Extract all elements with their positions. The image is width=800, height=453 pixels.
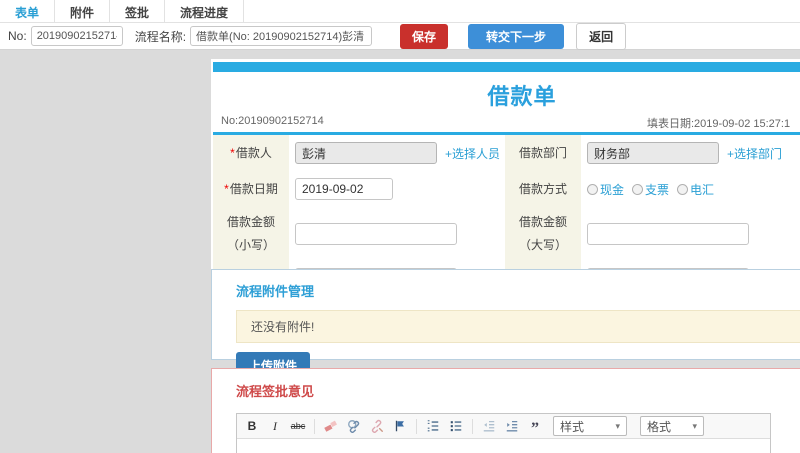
approval-section-title: 流程签批意见 xyxy=(236,384,315,399)
borrower-input[interactable] xyxy=(295,142,437,164)
select-department-link[interactable]: +选择部门 xyxy=(727,145,782,162)
unlink-icon[interactable] xyxy=(368,417,386,435)
back-button[interactable]: 返回 xyxy=(576,22,627,50)
amount-uppercase-input[interactable] xyxy=(587,222,749,245)
borrow-method-label: 借款方式 xyxy=(505,171,581,207)
remove-format-icon[interactable] xyxy=(322,417,340,435)
attachment-panel: 流程附件管理 还没有附件! 上传附件 xyxy=(211,269,800,379)
process-name-input[interactable] xyxy=(190,26,373,46)
approval-panel: 流程签批意见 B I abc ” 样式 ▾ 格式 ▾ xyxy=(211,368,800,453)
bold-icon[interactable]: B xyxy=(243,417,261,435)
tab-attachment[interactable]: 附件 xyxy=(55,0,111,22)
tab-approval[interactable]: 签批 xyxy=(110,0,166,22)
sheet-title: 借款单 xyxy=(487,84,557,109)
radio-wire-transfer[interactable]: 电汇 xyxy=(677,181,714,198)
tab-bar: 表单 附件 签批 流程进度 xyxy=(0,0,800,23)
outdent-icon[interactable] xyxy=(480,417,498,435)
radio-circle-icon xyxy=(677,183,689,195)
bulleted-list-icon[interactable] xyxy=(447,417,465,435)
department-input[interactable] xyxy=(587,142,719,164)
numbered-list-icon[interactable] xyxy=(424,417,442,435)
department-label: 借款部门 xyxy=(505,135,581,171)
radio-circle-icon xyxy=(587,183,598,195)
toolbar-separator xyxy=(416,418,417,434)
amount-lowercase-label: 借款金额（小写） xyxy=(213,207,289,261)
process-name-label: 流程名称: xyxy=(134,29,187,44)
amount-lowercase-input[interactable] xyxy=(295,222,457,245)
tab-progress[interactable]: 流程进度 xyxy=(165,0,245,22)
blockquote-icon[interactable]: ” xyxy=(526,417,544,437)
sheet-no: No:20190902152714 xyxy=(221,115,324,127)
top-toolbar: No: 流程名称: 保存 转交下一步 返回 xyxy=(0,22,800,50)
borrow-date-input[interactable] xyxy=(295,178,393,200)
sheet-meta: No:20190902152714 填表日期:2019-09-02 15:27:… xyxy=(213,115,800,132)
required-mark: * xyxy=(230,145,235,160)
radio-circle-icon xyxy=(632,183,644,195)
link-icon[interactable] xyxy=(345,417,363,435)
forward-next-step-button[interactable]: 转交下一步 xyxy=(468,23,565,49)
borrow-method-options: 现金 支票 电汇 xyxy=(587,181,714,198)
toolbar-separator xyxy=(472,418,473,434)
editor-content-area[interactable] xyxy=(237,439,770,453)
attachment-section-title: 流程附件管理 xyxy=(236,284,315,299)
format-dropdown[interactable]: 格式 ▾ xyxy=(640,416,704,436)
no-attachment-message: 还没有附件! xyxy=(236,310,800,343)
editor-toolbar: B I abc ” 样式 ▾ 格式 ▾ xyxy=(237,414,770,439)
loan-form-panel: 借款单 No:20190902152714 填表日期:2019-09-02 15… xyxy=(211,59,800,302)
save-button[interactable]: 保存 xyxy=(400,23,449,49)
strikethrough-icon[interactable]: abc xyxy=(289,417,307,435)
styles-dropdown[interactable]: 样式 ▾ xyxy=(553,416,627,436)
sheet-fill-date: 填表日期:2019-09-02 15:27:1 xyxy=(647,118,791,130)
rich-text-editor: B I abc ” 样式 ▾ 格式 ▾ xyxy=(236,413,771,453)
borrow-date-label: *借款日期 xyxy=(213,171,289,207)
amount-uppercase-label: 借款金额（大写） xyxy=(505,207,581,261)
indent-icon[interactable] xyxy=(503,417,521,435)
chevron-down-icon: ▾ xyxy=(692,420,697,431)
italic-icon[interactable]: I xyxy=(266,417,284,435)
radio-cheque[interactable]: 支票 xyxy=(632,181,669,198)
radio-cash[interactable]: 现金 xyxy=(587,181,624,198)
select-person-link[interactable]: +选择人员 xyxy=(445,145,500,162)
toolbar-separator xyxy=(314,418,315,434)
no-label: No: xyxy=(8,29,27,43)
no-input[interactable] xyxy=(30,26,123,46)
borrower-label: *借款人 xyxy=(213,135,289,171)
anchor-flag-icon[interactable] xyxy=(391,417,409,435)
sheet-header-bar xyxy=(213,62,800,72)
tab-form[interactable]: 表单 xyxy=(0,0,56,22)
required-mark: * xyxy=(224,181,229,196)
chevron-down-icon: ▾ xyxy=(615,420,620,431)
page-background: 借款单 No:20190902152714 填表日期:2019-09-02 15… xyxy=(0,51,800,453)
